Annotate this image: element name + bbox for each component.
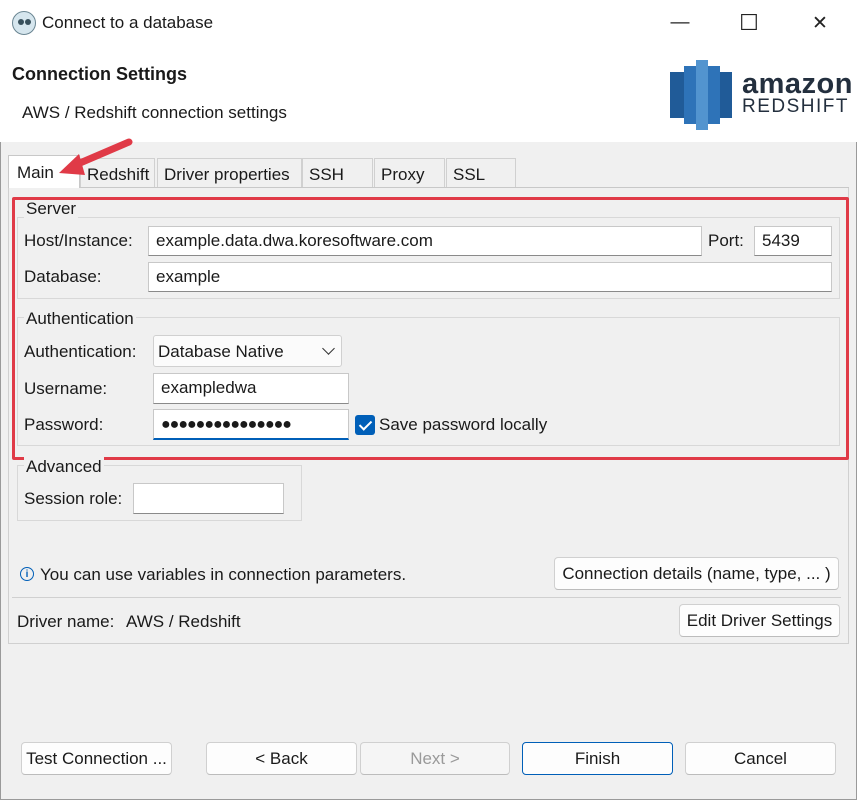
tab-ssl[interactable]: SSL <box>446 158 516 187</box>
minimize-button[interactable]: — <box>657 6 703 40</box>
tab-driver-properties[interactable]: Driver properties <box>157 158 302 187</box>
info-icon: i <box>20 567 34 581</box>
page-title: Connection Settings <box>12 64 187 84</box>
tab-proxy[interactable]: Proxy <box>374 158 445 187</box>
tab-label: SSH <box>309 165 344 184</box>
dbeaver-app-icon <box>12 11 36 35</box>
finish-button[interactable]: Finish <box>522 742 673 775</box>
window-title: Connect to a database <box>42 13 214 32</box>
minimize-icon: — <box>670 12 690 33</box>
maximize-icon: ☐ <box>739 10 759 35</box>
close-button[interactable]: ✕ <box>797 6 843 40</box>
connection-details-button[interactable]: Connection details (name, type, ... ) <box>554 557 839 590</box>
annotation-arrow-icon <box>59 138 133 175</box>
maximize-button[interactable]: ☐ <box>726 6 772 40</box>
advanced-legend: Advanced <box>24 457 104 477</box>
tab-label: Driver properties <box>164 165 290 184</box>
edit-driver-settings-button[interactable]: Edit Driver Settings <box>679 604 840 637</box>
tab-label: SSL <box>453 165 486 184</box>
close-icon: ✕ <box>812 12 828 34</box>
logo-redshift-text: REDSHIFT <box>742 96 849 117</box>
variables-info-text: You can use variables in connection para… <box>40 565 407 584</box>
next-button[interactable]: Next > <box>360 742 510 775</box>
tab-label: Proxy <box>381 165 425 184</box>
cancel-button[interactable]: Cancel <box>685 742 836 775</box>
session-role-label: Session role: <box>24 489 123 508</box>
back-button[interactable]: < Back <box>206 742 357 775</box>
driver-name-label: Driver name: <box>17 612 115 631</box>
driver-name-value: AWS / Redshift <box>126 612 241 631</box>
session-role-input[interactable] <box>133 483 284 514</box>
separator <box>12 597 841 598</box>
annotation-highlight-box <box>12 197 849 460</box>
tab-ssh[interactable]: SSH <box>302 158 373 187</box>
redshift-logo-icon <box>670 60 732 130</box>
tab-label: Main <box>17 163 54 182</box>
page-subtitle: AWS / Redshift connection settings <box>22 103 287 122</box>
test-connection-button[interactable]: Test Connection ... <box>21 742 172 775</box>
